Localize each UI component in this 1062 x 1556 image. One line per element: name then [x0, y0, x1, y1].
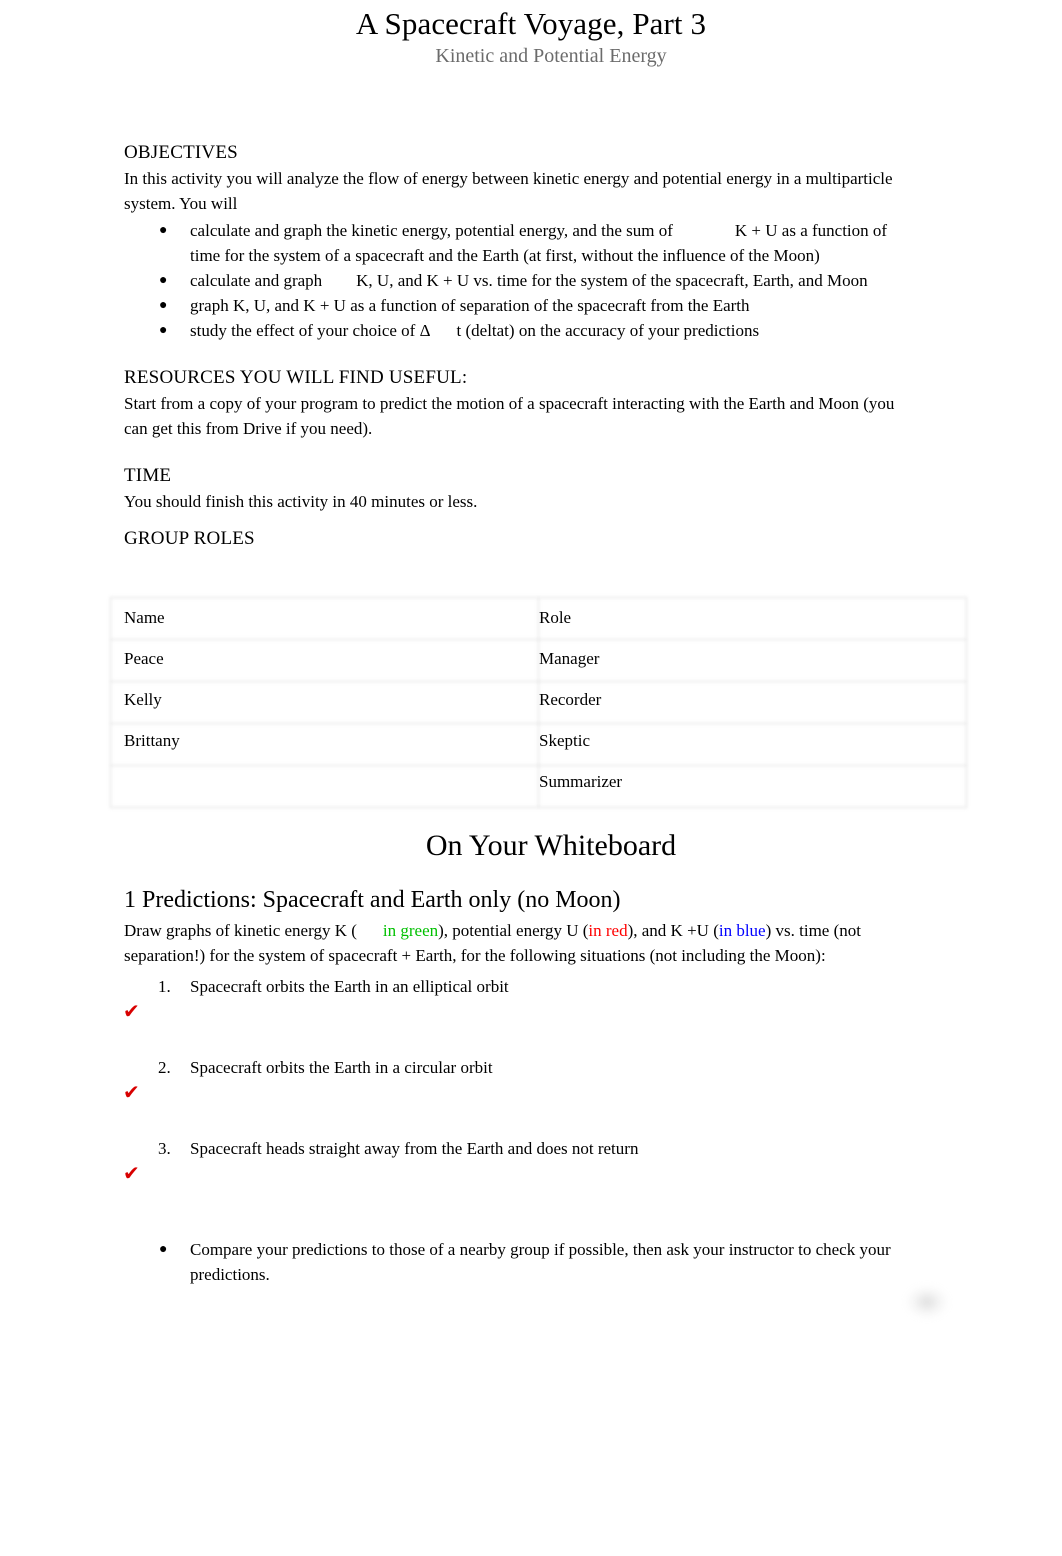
- objectives-item: ● graph K, U, and K + U as a function of …: [124, 293, 910, 318]
- document-title: A Spacecraft Voyage, Part 3: [355, 6, 707, 41]
- intro-seg-2: ), potential energy U (: [438, 921, 589, 940]
- objectives-intro: In this activity you will analyze the fl…: [124, 169, 893, 213]
- time-text: You should finish this activity in 40 mi…: [124, 492, 478, 511]
- table-cell-name-label: Peace: [124, 648, 164, 668]
- list-item: 1. Spacecraft orbits the Earth in an elli…: [124, 974, 924, 999]
- table-cell-role-label: Recorder: [539, 689, 602, 709]
- table-row: Name Role: [110, 597, 936, 638]
- document-subtitle: Kinetic and Potential Energy: [435, 45, 667, 67]
- list-item-label: Spacecraft orbits the Earth in an ellipt…: [190, 977, 509, 996]
- objectives-item: ● calculate and graph K, U, and K + U vs. …: [124, 268, 910, 293]
- intro-seg-3: ), and K +U (: [627, 921, 719, 940]
- list-item: 2. Spacecraft orbits the Earth in a circu…: [124, 1055, 924, 1080]
- objectives-item: ● calculate and graph the kinetic energy,…: [124, 218, 910, 268]
- resources-heading: RESOURCES YOU WILL FIND USEFUL:: [124, 367, 468, 388]
- table-row: Summarizer: [110, 761, 936, 802]
- table-row: Peace Manager: [110, 638, 936, 679]
- bullet-icon: ●: [159, 1242, 168, 1257]
- check-icon: ✔: [123, 1161, 140, 1185]
- time-heading: TIME: [124, 465, 172, 486]
- objectives-item-text-b: K, U, and K + U vs. time for the system …: [356, 271, 868, 290]
- table-cell-role-label: Skeptic: [539, 730, 590, 750]
- table-header-name-label: Name: [124, 607, 165, 627]
- legend-green-label: in green: [382, 921, 439, 940]
- whiteboard-heading: On Your Whiteboard: [425, 829, 677, 862]
- check-icon: ✔: [123, 999, 140, 1023]
- table-cell-role-label: Manager: [539, 648, 600, 668]
- bullet-icon: ●: [159, 298, 168, 313]
- checkmark-row: ✔: [123, 1161, 924, 1211]
- bullet-icon: ●: [159, 273, 168, 288]
- objectives-list: ● calculate and graph the kinetic energy,…: [124, 218, 910, 343]
- predictions-list: 1. Spacecraft orbits the Earth in an elli…: [124, 974, 924, 999]
- table-cell-role-label: Summarizer: [539, 771, 623, 791]
- objectives-item-text-b: t (deltat) on the accuracy of your predi…: [456, 321, 760, 340]
- resources-text: Start from a copy of your program to pre…: [124, 394, 895, 438]
- group-roles-heading: GROUP ROLES: [124, 528, 255, 549]
- document-page: A Spacecraft Voyage, Part 3 Kinetic and …: [0, 0, 1062, 1556]
- document-body: OBJECTIVES In this activity you will ana…: [124, 140, 910, 552]
- list-item: ● Compare your predictions to those of a …: [124, 1237, 924, 1287]
- objectives-item-text-a: calculate and graph the kinetic energy, …: [190, 221, 673, 240]
- list-item-label: Spacecraft orbits the Earth in a circula…: [190, 1058, 493, 1077]
- objectives-item-text-a: graph K, U, and K + U as a function of s…: [190, 296, 750, 315]
- list-item: 3. Spacecraft heads straight away from th…: [124, 1136, 924, 1161]
- table-cell-name-label: Kelly: [124, 689, 162, 709]
- intro-seg-1: Draw graphs of kinetic energy K (: [124, 921, 357, 940]
- predictions-intro: Draw graphs of kinetic energy K ( in gree…: [124, 918, 924, 968]
- bullet-icon: ●: [159, 223, 168, 238]
- list-item-label: Spacecraft heads straight away from the …: [190, 1139, 639, 1158]
- predictions-list: 2. Spacecraft orbits the Earth in a circu…: [124, 1055, 924, 1080]
- group-roles-table: Name Role Peace Manager Kelly Recorder B…: [110, 597, 967, 808]
- objectives-item-text-a: calculate and graph: [190, 271, 323, 290]
- whiteboard-final-list: ● Compare your predictions to those of a …: [124, 1237, 924, 1287]
- objectives-item-text-a: study the effect of your choice of Δ: [190, 321, 431, 340]
- table-cell-name-label: [110, 761, 525, 802]
- list-item-number: 1.: [158, 977, 171, 996]
- checkmark-row: ✔: [123, 1080, 924, 1130]
- table-row: Kelly Recorder: [110, 679, 936, 720]
- table-header-role-label: Role: [539, 607, 572, 627]
- page-artifact-smudge: [905, 1285, 949, 1319]
- check-icon: ✔: [123, 1080, 140, 1104]
- roles-text-layer: Name Role Peace Manager Kelly Recorder B…: [110, 597, 936, 802]
- table-row: Brittany Skeptic: [110, 720, 936, 761]
- objectives-item: ● study the effect of your choice of Δ t (…: [124, 318, 910, 343]
- predictions-heading: 1 Predictions: Spacecraft and Earth only…: [124, 887, 621, 913]
- whiteboard-section: 1 Predictions: Spacecraft and Earth only…: [123, 884, 924, 1287]
- table-cell-name-label: Brittany: [124, 730, 180, 750]
- list-item-number: 3.: [158, 1139, 171, 1158]
- legend-blue-label: in blue: [718, 921, 766, 940]
- objectives-heading: OBJECTIVES: [124, 142, 238, 163]
- list-item-label: Compare your predictions to those of a n…: [190, 1240, 891, 1284]
- bullet-icon: ●: [159, 323, 168, 338]
- predictions-list: 3. Spacecraft heads straight away from th…: [124, 1136, 924, 1161]
- list-item-number: 2.: [158, 1058, 171, 1077]
- checkmark-row: ✔: [123, 999, 924, 1049]
- legend-red-label: in red: [588, 921, 628, 940]
